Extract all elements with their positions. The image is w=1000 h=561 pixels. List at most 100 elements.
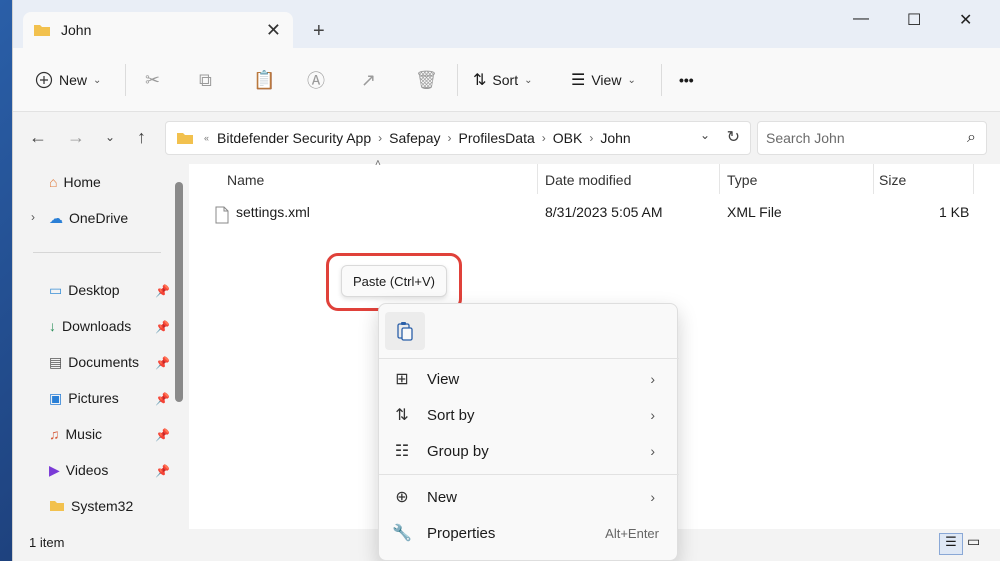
maximize-button[interactable]: ☐: [907, 10, 921, 30]
sort-arrows-icon: ⇅: [395, 407, 409, 424]
wrench-icon: 🔧: [392, 525, 412, 542]
menu-item-properties[interactable]: 🔧 Properties Alt+Enter: [385, 516, 671, 550]
folder-icon: [33, 23, 51, 37]
pin-icon[interactable]: 📌: [155, 392, 170, 406]
details-view-icon[interactable]: ☰: [939, 533, 963, 555]
chevron-down-icon: ⌄: [524, 74, 533, 86]
address-dropdown-icon[interactable]: ⌄: [700, 128, 710, 142]
paste-icon[interactable]: [385, 312, 425, 350]
search-box[interactable]: Search John ⌕: [757, 121, 987, 155]
file-type: XML File: [727, 204, 782, 220]
file-date: 8/31/2023 5:05 AM: [545, 204, 663, 220]
file-name: settings.xml: [236, 204, 310, 220]
sidebar-item-label: OneDrive: [69, 210, 129, 226]
sidebar-item-onedrive[interactable]: ☁ OneDrive: [49, 206, 128, 230]
chevron-right-icon: ›: [650, 407, 655, 423]
close-window-button[interactable]: ✕: [959, 10, 972, 30]
breadcrumb-item[interactable]: John: [600, 130, 630, 146]
sort-label: Sort: [492, 72, 519, 88]
column-header-size[interactable]: Size: [879, 172, 906, 188]
pin-icon[interactable]: 📌: [155, 464, 170, 478]
sidebar-item-label: Videos: [65, 462, 109, 478]
sidebar-item-videos[interactable]: ▶ Videos: [49, 458, 108, 482]
sidebar-divider: [33, 252, 161, 253]
view-button[interactable]: ☰ View ⌄: [571, 68, 636, 92]
paste-icon[interactable]: 📋: [253, 68, 275, 92]
menu-item-view[interactable]: ⊞ View ›: [385, 362, 671, 396]
sidebar-item-downloads[interactable]: ↓ Downloads: [49, 314, 131, 338]
sidebar-item-documents[interactable]: ▤ Documents: [49, 350, 139, 374]
recent-chevron-icon[interactable]: ⌄: [105, 130, 115, 144]
breadcrumb-item[interactable]: Safepay: [389, 130, 440, 146]
menu-separator: [379, 474, 679, 475]
item-count: 1 item: [29, 535, 65, 550]
pin-icon[interactable]: 📌: [155, 356, 170, 370]
breadcrumb-item[interactable]: OBK: [553, 130, 583, 146]
address-bar[interactable]: « Bitdefender Security App › Safepay › P…: [165, 121, 751, 155]
pin-icon[interactable]: 📌: [155, 428, 170, 442]
column-header-type[interactable]: Type: [727, 172, 757, 188]
new-tab-button[interactable]: +: [313, 20, 325, 43]
rename-icon[interactable]: Ⓐ: [307, 68, 325, 92]
sidebar-item-system32[interactable]: System32: [49, 494, 133, 518]
forward-arrow-icon[interactable]: →: [67, 127, 85, 148]
sort-button[interactable]: ⇅ Sort ⌄: [473, 68, 532, 92]
tiles-view-icon[interactable]: ▭: [967, 533, 980, 550]
cut-icon[interactable]: ✂: [145, 68, 160, 92]
share-icon[interactable]: ↗: [361, 68, 376, 92]
search-input[interactable]: Search John: [766, 130, 845, 146]
chevron-right-icon: ›: [650, 371, 655, 387]
overflow-crumb[interactable]: «: [204, 133, 209, 143]
shortcut-text: Alt+Enter: [605, 525, 659, 541]
sidebar-item-desktop[interactable]: ▭ Desktop: [49, 278, 120, 302]
chevron-right-icon: ›: [650, 489, 655, 505]
command-bar: New ⌄ ✂ ⧉ 📋 Ⓐ ↗ 🗑 ⇅ Sort ⌄ ☰ View ⌄ •••: [13, 48, 1000, 112]
column-header-name[interactable]: Name: [227, 172, 264, 188]
sidebar-item-label: Music: [65, 426, 103, 442]
search-icon[interactable]: ⌕: [967, 129, 976, 147]
pin-icon[interactable]: 📌: [155, 284, 170, 298]
chevron-right-icon: ›: [378, 131, 383, 145]
tab-title: John: [61, 22, 92, 38]
minimize-button[interactable]: —: [853, 10, 869, 28]
new-button[interactable]: New ⌄: [35, 68, 101, 92]
view-lines-icon: ☰: [571, 72, 586, 89]
pin-icon[interactable]: 📌: [155, 320, 170, 334]
copy-icon[interactable]: ⧉: [199, 68, 212, 92]
folder-icon: [176, 131, 194, 145]
breadcrumb-item[interactable]: ProfilesData: [459, 130, 535, 146]
toolbar-divider: [125, 64, 126, 96]
menu-item-sort-by[interactable]: ⇅ Sort by ›: [385, 398, 671, 432]
menu-item-label: View: [427, 370, 460, 388]
close-tab-icon[interactable]: ✕: [266, 20, 281, 41]
download-icon: ↓: [49, 318, 56, 334]
file-icon: [215, 206, 229, 224]
sidebar-item-label: Desktop: [68, 282, 120, 298]
sidebar-item-label: Home: [63, 174, 101, 190]
more-options-button[interactable]: •••: [679, 68, 694, 92]
desktop-icon: ▭: [49, 281, 63, 298]
menu-item-new[interactable]: ⊕ New ›: [385, 480, 671, 514]
sidebar-item-home[interactable]: ⌂ Home: [49, 170, 101, 194]
tab-john[interactable]: John ✕: [23, 12, 293, 48]
document-icon: ▤: [49, 353, 63, 370]
folder-icon: [49, 500, 65, 512]
sidebar-scrollbar[interactable]: [175, 182, 183, 402]
up-arrow-icon[interactable]: ↑: [137, 127, 146, 148]
delete-icon[interactable]: 🗑: [415, 68, 438, 92]
column-header-date[interactable]: Date modified: [545, 172, 631, 188]
video-icon: ▶: [49, 461, 60, 478]
sidebar-item-pictures[interactable]: ▣ Pictures: [49, 386, 119, 410]
refresh-icon[interactable]: ↻: [727, 127, 740, 147]
expand-chevron-icon[interactable]: ›: [31, 210, 35, 224]
file-size: 1 KB: [939, 204, 970, 220]
back-arrow-icon[interactable]: ←: [29, 127, 47, 148]
breadcrumb-item[interactable]: Bitdefender Security App: [217, 130, 371, 146]
sidebar-item-music[interactable]: ♫ Music: [49, 422, 102, 446]
title-bar: John ✕ + — ☐ ✕: [13, 0, 1000, 48]
chevron-down-icon: ⌄: [627, 74, 636, 86]
chevron-right-icon: ›: [650, 443, 655, 459]
menu-item-group-by[interactable]: ☷ Group by ›: [385, 434, 671, 468]
chevron-right-icon: ›: [447, 131, 452, 145]
new-label: New: [59, 72, 88, 88]
